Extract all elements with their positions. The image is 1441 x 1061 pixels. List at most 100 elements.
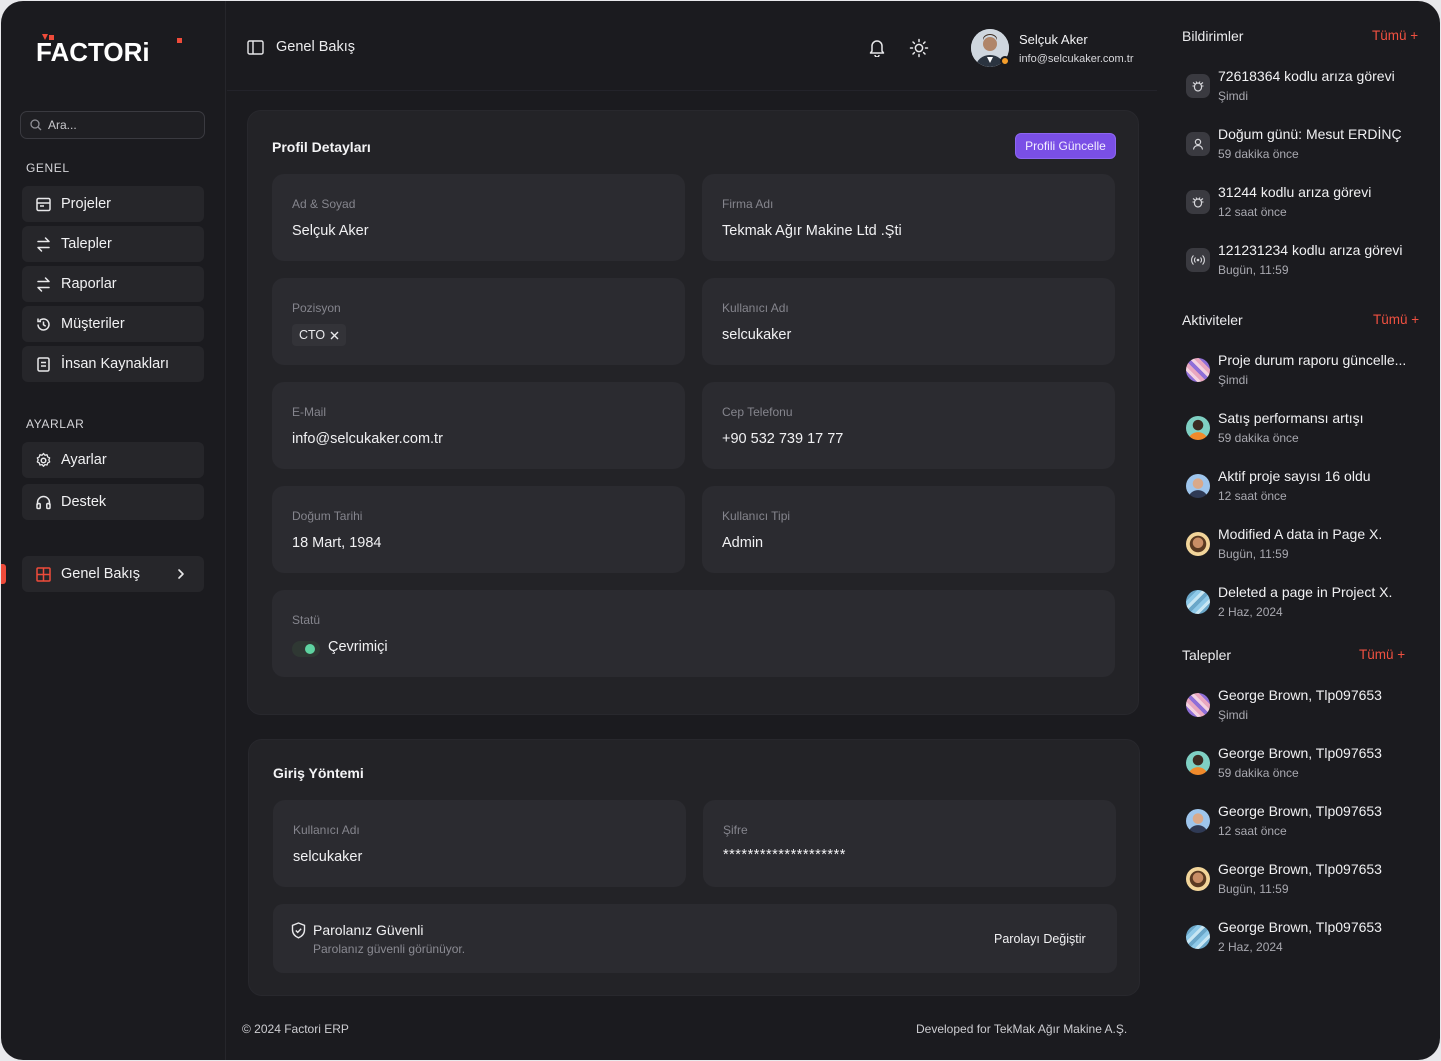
notification-text: 72618364 kodlu arıza görevi [1218,68,1395,84]
request-avatar [1186,925,1210,949]
field-value: info@selcukaker.com.tr [292,431,443,447]
request-avatar [1186,867,1210,891]
sidebar-item-support[interactable]: Destek [22,484,204,520]
activity-item[interactable]: Satış performansı artışı 59 dakika önce [1186,410,1426,452]
activity-item[interactable]: Proje durum raporu güncelle... Şimdi [1186,352,1426,394]
update-profile-button[interactable]: Profili Güncelle [1015,133,1116,159]
notifications-title: Bildirimler [1182,28,1244,44]
footer-credit: Developed for TekMak Ağır Makine A.Ş. [916,1022,1128,1036]
sidebar-item-hr[interactable]: İnsan Kaynakları [22,346,204,382]
folder-icon [36,197,51,211]
request-avatar [1186,809,1210,833]
field-label: Doğum Tarihi [292,509,363,523]
sidebar-item-label: Projeler [61,196,111,212]
activity-time: 59 dakika önce [1218,431,1299,445]
field-value: Çevrimiçi [328,639,388,655]
user-avatar[interactable] [971,29,1010,67]
field-label: Kullanıcı Adı [722,301,789,315]
field-value: selcukaker [293,849,363,865]
notification-time: 12 saat önce [1218,205,1287,219]
request-item[interactable]: George Brown, Tlp097653 2 Haz, 2024 [1186,919,1426,961]
document-icon [37,356,50,372]
secure-subtitle: Parolanız güvenli görünüyor. [313,942,466,956]
field-user-type[interactable]: Kullanıcı Tipi Admin [702,486,1115,573]
field-email[interactable]: E-Mail info@selcukaker.com.tr [272,382,685,469]
field-birthdate[interactable]: Doğum Tarihi 18 Mart, 1984 [272,486,685,573]
activity-avatar [1186,532,1210,556]
field-position[interactable]: Pozisyon CTO [272,278,685,365]
sidebar-item-requests[interactable]: Talepler [22,226,204,262]
breadcrumb: Genel Bakış [247,39,355,55]
activity-item[interactable]: Aktif proje sayısı 16 oldu 12 saat önce [1186,468,1426,510]
toggle-knob [305,644,315,654]
field-value: 18 Mart, 1984 [292,535,382,551]
sidebar-toggle-icon[interactable] [247,39,264,55]
notification-item[interactable]: 72618364 kodlu arıza görevi Şimdi [1186,68,1426,110]
request-item[interactable]: George Brown, Tlp097653 59 dakika önce [1186,745,1426,787]
close-icon[interactable] [330,331,339,340]
sidebar-item-settings[interactable]: Ayarlar [22,442,204,478]
request-item[interactable]: George Brown, Tlp097653 Şimdi [1186,687,1426,729]
field-label: Şifre [723,823,748,837]
notifications-all-link[interactable]: Tümü + [1372,28,1418,43]
change-password-button[interactable]: Parolayı Değiştir [994,932,1086,946]
field-company[interactable]: Firma Adı Tekmak Ağır Makine Ltd .Şti [702,174,1115,261]
sidebar-item-label: Raporlar [61,276,117,292]
bell-icon[interactable] [868,38,886,57]
sidebar-item-label: İnsan Kaynakları [61,356,170,372]
request-item[interactable]: George Brown, Tlp097653 Bugün, 11:59 [1186,861,1426,903]
activity-avatar [1186,358,1210,382]
notification-item[interactable]: Doğum günü: Mesut ERDİNÇ 59 dakika önce [1186,126,1426,168]
activity-avatar [1186,590,1210,614]
activity-time: Şimdi [1218,373,1249,387]
request-item[interactable]: George Brown, Tlp097653 12 saat önce [1186,803,1426,845]
password-field[interactable]: Şifre ******************** [703,800,1116,887]
user-name: Selçuk Aker [1019,32,1088,47]
status-toggle[interactable] [292,641,320,657]
search-icon [30,119,42,131]
field-value: Tekmak Ağır Makine Ltd .Şti [722,223,902,239]
activity-item[interactable]: Deleted a page in Project X. 2 Haz, 2024 [1186,584,1426,626]
sidebar-item-customers[interactable]: Müşteriler [22,306,204,342]
broadcast-icon [1186,248,1210,272]
bug-icon [1186,74,1210,98]
activities-all-link[interactable]: Tümü + [1373,312,1419,327]
field-phone[interactable]: Cep Telefonu +90 532 739 17 77 [702,382,1115,469]
login-username-field[interactable]: Kullanıcı Adı selcukaker [273,800,686,887]
position-tag: CTO [292,324,347,346]
swap-icon [37,236,50,252]
notification-item[interactable]: 121231234 kodlu arıza görevi Bugün, 11:5… [1186,242,1426,284]
requests-all-link[interactable]: Tümü + [1359,647,1405,662]
activity-item[interactable]: Modified A data in Page X. Bugün, 11:59 [1186,526,1426,568]
swap-icon [37,276,50,292]
user-email: info@selcukaker.com.tr [1019,53,1134,65]
field-label: E-Mail [292,405,327,419]
notification-time: Bugün, 11:59 [1218,263,1289,277]
sidebar-item-projects[interactable]: Projeler [22,186,204,222]
field-value: +90 532 739 17 77 [722,431,844,447]
request-text: George Brown, Tlp097653 [1218,861,1382,877]
notification-time: 59 dakika önce [1218,147,1299,161]
bug-icon [1186,190,1210,214]
field-value: ******************** [723,847,846,863]
field-status: Statü Çevrimiçi [272,590,1115,677]
field-label: Firma Adı [722,197,774,211]
sidebar-item-reports[interactable]: Raporlar [22,266,204,302]
request-avatar [1186,693,1210,717]
field-name[interactable]: Ad & Soyad Selçuk Aker [272,174,685,261]
activity-text: Deleted a page in Project X. [1218,584,1393,600]
sidebar-item-label: Talepler [61,236,112,252]
sun-icon[interactable] [909,38,929,58]
search-input[interactable]: Ara... [20,111,205,139]
login-title: Giriş Yöntemi [273,765,364,781]
factori-logo: FACTORi [36,34,182,64]
notification-item[interactable]: 31244 kodlu arıza görevi 12 saat önce [1186,184,1426,226]
activity-text: Satış performansı artışı [1218,410,1364,426]
notification-time: Şimdi [1218,89,1249,103]
profile-title: Profil Detayları [272,139,371,155]
svg-text:FACTORi: FACTORi [36,37,150,64]
user-icon [1186,132,1210,156]
sidebar-item-overview[interactable]: Genel Bakış [22,556,204,592]
requests-title: Talepler [1182,647,1232,663]
field-username[interactable]: Kullanıcı Adı selcukaker [702,278,1115,365]
